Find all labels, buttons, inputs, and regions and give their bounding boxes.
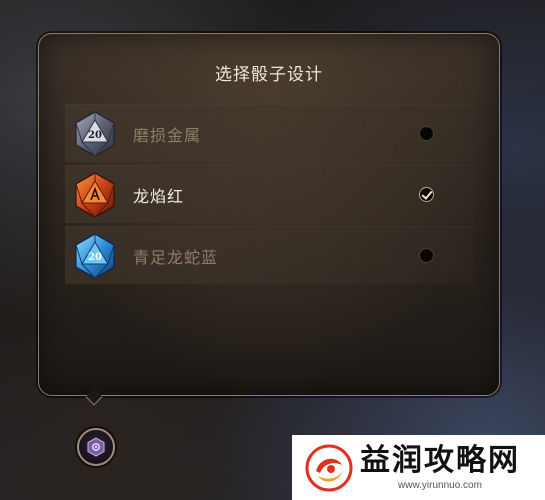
watermark-text: 益润攻略网 www.yirunnuo.com: [360, 443, 520, 492]
radio-worn-metal[interactable]: [419, 126, 434, 141]
radio-dragonflame-red-checked[interactable]: [419, 187, 434, 202]
dragonflame-red-d20-icon: [75, 171, 115, 218]
dice-options-list: 20 磨损金属 龙焰红 20 青足龙蛇蓝: [65, 104, 473, 287]
dice-option-azure-serpent-blue[interactable]: 20 青足龙蛇蓝: [65, 226, 473, 284]
dice-settings-button[interactable]: [77, 428, 115, 466]
worn-metal-d20-icon: 20: [75, 110, 115, 157]
option-label-azure-serpent-blue: 青足龙蛇蓝: [133, 247, 219, 267]
option-label-dragonflame-red: 龙焰红: [133, 186, 185, 206]
dice-settings-icon: [87, 437, 105, 457]
dialog-title: 选择骰子设计: [215, 65, 323, 85]
die-number: 20: [88, 130, 102, 141]
radio-azure-serpent-blue[interactable]: [419, 248, 434, 263]
option-label-worn-metal: 磨损金属: [133, 125, 202, 145]
watermark-url: www.yirunnuo.com: [398, 480, 482, 491]
watermark-logo-icon: [305, 444, 353, 491]
dice-option-worn-metal[interactable]: 20 磨损金属: [65, 104, 473, 162]
azure-serpent-blue-d20-icon: 20: [75, 232, 115, 279]
watermark-title: 益润攻略网: [360, 443, 520, 478]
dice-option-dragonflame-red[interactable]: 龙焰红: [65, 165, 473, 223]
die-number: 20: [88, 252, 102, 263]
watermark-banner: 益润攻略网 www.yirunnuo.com: [292, 435, 545, 500]
dice-design-dialog: 选择骰子设计 20 磨损金属 龙焰红 20 青足龙蛇蓝: [38, 33, 500, 396]
